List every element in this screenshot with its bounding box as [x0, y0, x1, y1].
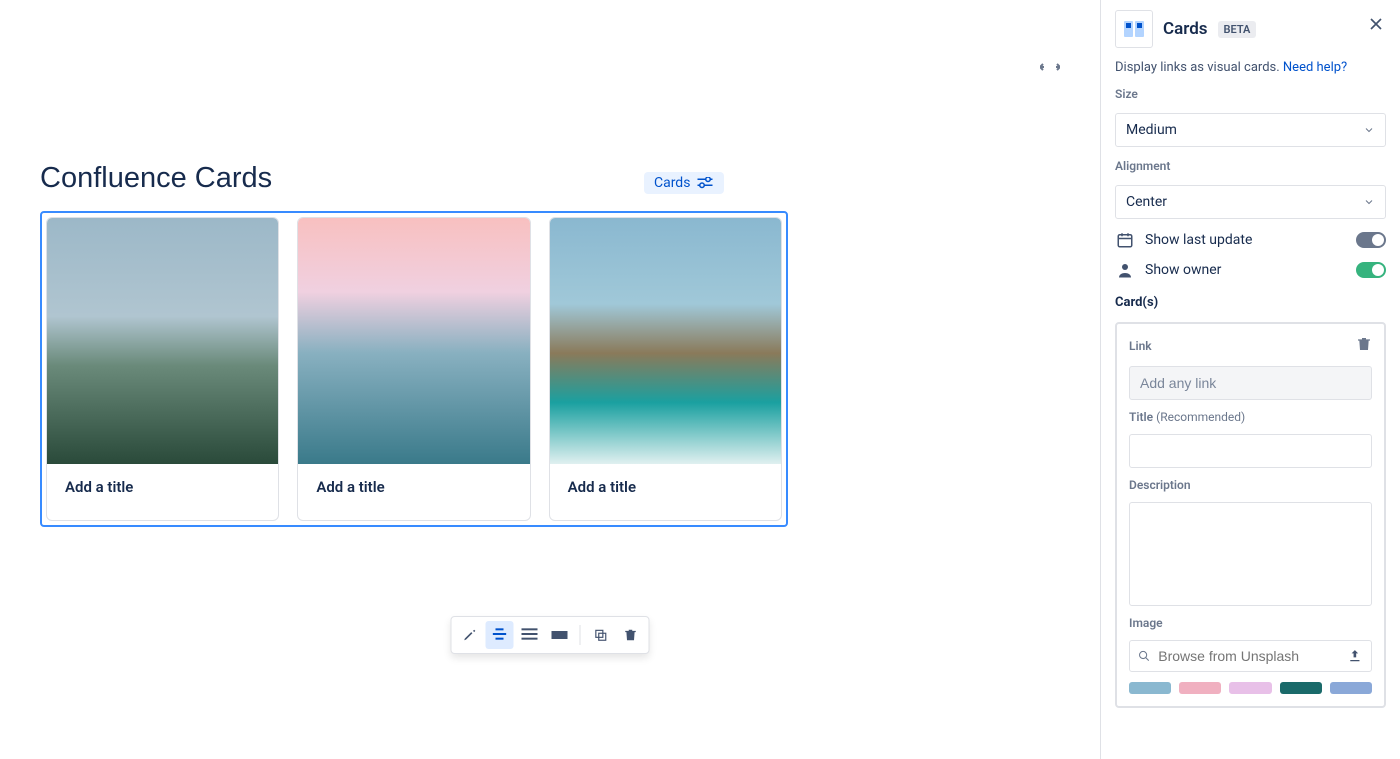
- cards-settings-panel: Cards BETA Display links as visual cards…: [1100, 0, 1400, 759]
- size-label: Size: [1115, 87, 1386, 101]
- need-help-link[interactable]: Need help?: [1283, 60, 1347, 75]
- show-owner-label: Show owner: [1145, 262, 1221, 278]
- card-image-arch: [550, 218, 781, 464]
- cards-macro-chip[interactable]: Cards: [644, 172, 724, 194]
- description-label: Description: [1129, 478, 1372, 492]
- thumb-5[interactable]: [1330, 682, 1372, 694]
- card-title: Add a title: [550, 464, 781, 520]
- editor-pane: Cards Add a title Add a title Add a titl…: [0, 0, 1100, 759]
- size-select[interactable]: Medium: [1115, 113, 1386, 147]
- macro-floating-toolbar: [451, 616, 650, 654]
- macro-chip-label: Cards: [654, 175, 690, 191]
- alignment-select[interactable]: Center: [1115, 185, 1386, 219]
- card-image-sunset: [298, 218, 529, 464]
- show-owner-toggle[interactable]: [1356, 262, 1386, 278]
- copy-button[interactable]: [587, 621, 615, 649]
- panel-title: Cards: [1163, 19, 1208, 39]
- show-last-update-label: Show last update: [1145, 232, 1252, 248]
- calendar-icon: [1115, 231, 1135, 249]
- link-label: Link: [1129, 339, 1152, 353]
- image-search-box[interactable]: [1129, 640, 1372, 672]
- edit-button[interactable]: [456, 621, 484, 649]
- layout-wide-button[interactable]: [516, 621, 544, 649]
- link-input[interactable]: [1129, 366, 1372, 400]
- beta-badge: BETA: [1218, 21, 1257, 38]
- cards-section-heading: Card(s): [1115, 295, 1386, 310]
- card-image-mountain: [47, 218, 278, 464]
- title-label: Title (Recommended): [1129, 410, 1372, 424]
- thumb-1[interactable]: [1129, 682, 1171, 694]
- chevron-down-icon: [1363, 196, 1375, 208]
- card-3[interactable]: Add a title: [549, 217, 782, 521]
- card-title: Add a title: [298, 464, 529, 520]
- thumb-2[interactable]: [1179, 682, 1221, 694]
- card-form: Link Title (Recommended) Description Ima…: [1115, 322, 1386, 708]
- chevron-down-icon: [1363, 124, 1375, 136]
- thumb-4[interactable]: [1280, 682, 1322, 694]
- image-label: Image: [1129, 616, 1372, 630]
- show-last-update-toggle[interactable]: [1356, 232, 1386, 248]
- expand-width-button[interactable]: [1040, 60, 1060, 76]
- description-textarea[interactable]: [1129, 502, 1372, 606]
- delete-button[interactable]: [617, 621, 645, 649]
- card-2[interactable]: Add a title: [297, 217, 530, 521]
- filter-icon: [696, 177, 714, 189]
- cards-logo-icon: [1115, 10, 1153, 48]
- card-title: Add a title: [47, 464, 278, 520]
- title-input[interactable]: [1129, 434, 1372, 468]
- page-title-input[interactable]: [40, 154, 640, 203]
- layout-center-button[interactable]: [486, 621, 514, 649]
- thumb-3[interactable]: [1229, 682, 1271, 694]
- card-1[interactable]: Add a title: [46, 217, 279, 521]
- panel-caption: Display links as visual cards. Need help…: [1115, 60, 1386, 75]
- upload-icon[interactable]: [1347, 647, 1363, 665]
- alignment-label: Alignment: [1115, 159, 1386, 173]
- delete-card-button[interactable]: [1356, 336, 1372, 356]
- cards-grid[interactable]: Add a title Add a title Add a title: [40, 211, 788, 527]
- image-search-input[interactable]: [1158, 648, 1339, 664]
- person-icon: [1115, 261, 1135, 279]
- toolbar-divider: [580, 625, 581, 645]
- layout-full-button[interactable]: [546, 621, 574, 649]
- image-thumbnails: [1129, 682, 1372, 694]
- close-panel-button[interactable]: [1366, 14, 1386, 38]
- search-icon: [1138, 649, 1150, 663]
